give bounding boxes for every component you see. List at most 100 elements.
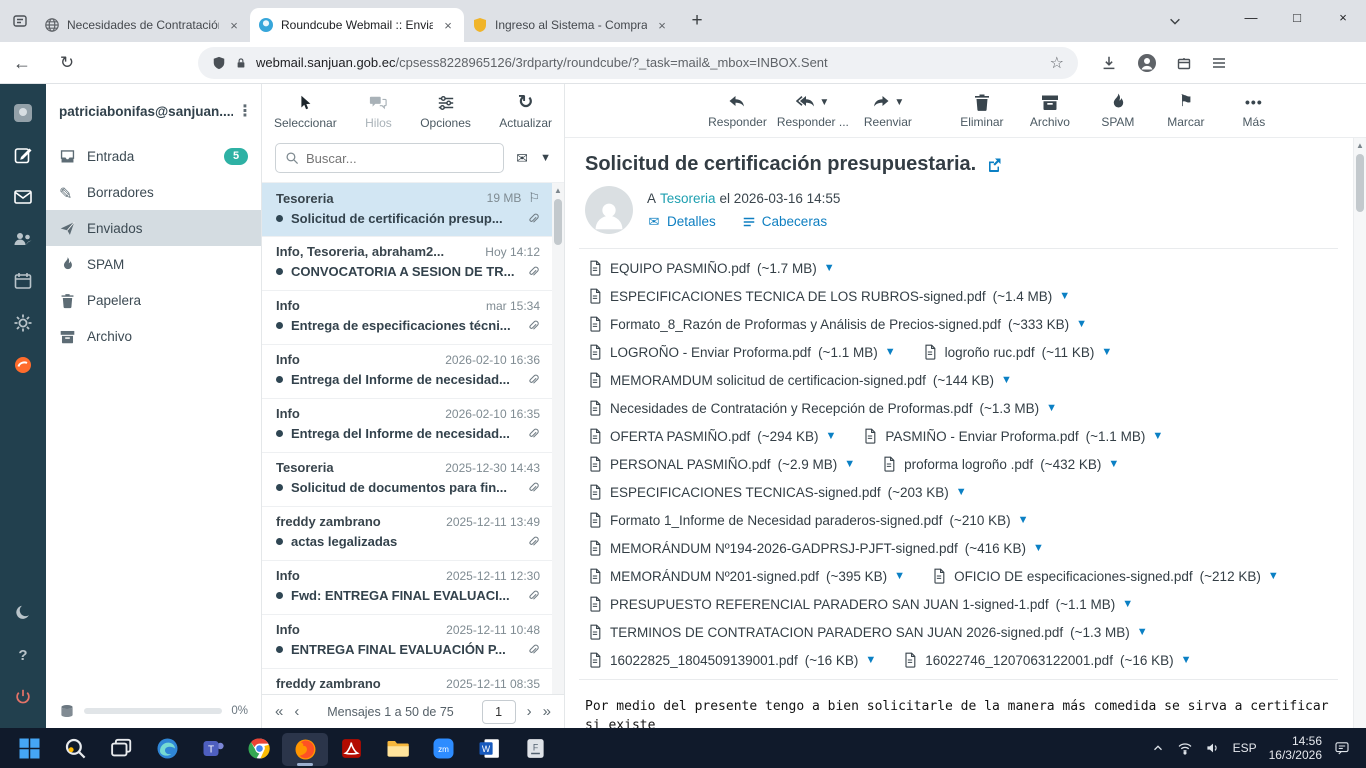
message-tool-flag[interactable]: ⚑Marcar bbox=[1157, 92, 1215, 129]
attachment-menu-caret-icon[interactable]: ▼ bbox=[865, 654, 876, 666]
message-tool-reply-all[interactable]: ▼Responder ... bbox=[777, 92, 849, 129]
tab-close-icon[interactable]: × bbox=[654, 17, 670, 33]
message-list-item[interactable]: Tesoreria19 MB⚐Solicitud de certificació… bbox=[262, 183, 564, 237]
message-list-item[interactable]: freddy zambrano2025-12-11 08:35 bbox=[262, 669, 564, 694]
attachment-item[interactable]: PERSONAL PASMIÑO.pdf(~2.9 MB)▼ bbox=[587, 450, 855, 478]
first-page-icon[interactable]: « bbox=[275, 703, 283, 720]
dropdown-caret-icon[interactable]: ▼ bbox=[819, 97, 829, 108]
message-list-item[interactable]: Info2026-02-10 16:36Entrega del Informe … bbox=[262, 345, 564, 399]
rail-logo-button[interactable] bbox=[0, 92, 46, 134]
details-link[interactable]: ✉Detalles bbox=[647, 214, 716, 229]
attachment-item[interactable]: OFERTA PASMIÑO.pdf(~294 KB)▼ bbox=[587, 422, 836, 450]
message-list-item[interactable]: Info2026-02-10 16:35Entrega del Informe … bbox=[262, 399, 564, 453]
keyboard-language[interactable]: ESP bbox=[1233, 741, 1257, 755]
extension-box-icon[interactable] bbox=[1176, 55, 1192, 71]
shield-icon[interactable] bbox=[212, 56, 226, 70]
attachment-menu-caret-icon[interactable]: ▼ bbox=[885, 346, 896, 358]
browser-tab[interactable]: Necesidades de Contratación y× bbox=[36, 8, 250, 42]
browser-tab[interactable]: Ingreso al Sistema - Compras P× bbox=[464, 8, 678, 42]
taskbar-app-explorer[interactable] bbox=[374, 728, 420, 768]
attachment-menu-caret-icon[interactable]: ▼ bbox=[1268, 570, 1279, 582]
attachment-item[interactable]: MEMORAMDUM solicitud de certificacion-si… bbox=[587, 366, 1012, 394]
list-tool-opciones[interactable]: Opciones bbox=[420, 93, 471, 130]
profile-avatar-icon[interactable] bbox=[1137, 53, 1157, 73]
bookmark-star-icon[interactable]: ☆ bbox=[1050, 53, 1064, 73]
list-scrollbar-thumb[interactable] bbox=[554, 199, 562, 245]
folder-item-borradores[interactable]: ✎Borradores bbox=[46, 174, 261, 210]
view-scrollbar[interactable]: ▲ bbox=[1353, 138, 1366, 728]
attachment-menu-caret-icon[interactable]: ▼ bbox=[1046, 402, 1057, 414]
attachment-item[interactable]: MEMORÁNDUM Nº201-signed.pdf(~395 KB)▼ bbox=[587, 562, 905, 590]
attachment-menu-caret-icon[interactable]: ▼ bbox=[1059, 290, 1070, 302]
taskbar-clock[interactable]: 14:56 16/3/2026 bbox=[1269, 734, 1322, 762]
window-minimize-button[interactable]: — bbox=[1228, 0, 1274, 34]
attachment-menu-caret-icon[interactable]: ▼ bbox=[1122, 598, 1133, 610]
rail-help-button[interactable]: ? bbox=[0, 634, 46, 676]
attachment-item[interactable]: Formato 1_Informe de Necesidad paraderos… bbox=[587, 506, 1029, 534]
view-scroll-up-icon[interactable]: ▲ bbox=[1356, 141, 1364, 150]
attachment-menu-caret-icon[interactable]: ▼ bbox=[956, 486, 967, 498]
message-list-item[interactable]: Infomar 15:34Entrega de especificaciones… bbox=[262, 291, 564, 345]
taskbar-app-teams[interactable]: T bbox=[190, 728, 236, 768]
open-in-new-window-icon[interactable] bbox=[986, 157, 1002, 173]
message-tool-flame[interactable]: SPAM bbox=[1089, 92, 1147, 129]
folder-item-enviados[interactable]: Enviados bbox=[46, 210, 261, 246]
attachment-item[interactable]: TERMINOS DE CONTRATACION PARADERO SAN JU… bbox=[587, 618, 1148, 646]
message-list-item[interactable]: Info2025-12-11 10:48ENTREGA FINAL EVALUA… bbox=[262, 615, 564, 669]
message-tool-dots[interactable]: •••Más bbox=[1225, 92, 1283, 129]
attachment-menu-caret-icon[interactable]: ▼ bbox=[1108, 458, 1119, 470]
prev-page-icon[interactable]: ‹ bbox=[294, 703, 299, 720]
attachment-item[interactable]: OFICIO DE especificaciones-signed.pdf(~2… bbox=[931, 562, 1279, 590]
taskbar-app-start[interactable] bbox=[6, 728, 52, 768]
attachment-menu-caret-icon[interactable]: ▼ bbox=[825, 430, 836, 442]
rail-mail-button[interactable] bbox=[0, 176, 46, 218]
attachment-item[interactable]: 16022825_1804509139001.pdf(~16 KB)▼ bbox=[587, 646, 876, 674]
attachment-item[interactable]: 16022746_1207063122001.pdf(~16 KB)▼ bbox=[902, 646, 1191, 674]
taskbar-app-search[interactable] bbox=[52, 728, 98, 768]
folder-item-archivo[interactable]: Archivo bbox=[46, 318, 261, 354]
taskbar-app-files[interactable]: F bbox=[512, 728, 558, 768]
back-icon[interactable]: ← bbox=[12, 53, 32, 73]
message-tool-reply[interactable]: Responder bbox=[708, 92, 767, 129]
tab-close-icon[interactable]: × bbox=[226, 17, 242, 33]
lock-icon[interactable] bbox=[235, 57, 247, 69]
rail-cpanel-button[interactable] bbox=[0, 344, 46, 386]
rail-moon-button[interactable] bbox=[0, 592, 46, 634]
window-maximize-button[interactable]: □ bbox=[1274, 0, 1320, 34]
message-tool-archive[interactable]: Archivo bbox=[1021, 92, 1079, 129]
taskbar-app-zoom[interactable]: zm bbox=[420, 728, 466, 768]
headers-link[interactable]: Cabeceras bbox=[742, 214, 827, 229]
refresh-icon[interactable]: ↻ bbox=[58, 54, 76, 72]
attachment-menu-caret-icon[interactable]: ▼ bbox=[1033, 542, 1044, 554]
attachment-menu-caret-icon[interactable]: ▼ bbox=[1076, 318, 1087, 330]
folder-item-papelera[interactable]: Papelera bbox=[46, 282, 261, 318]
view-scrollbar-thumb[interactable] bbox=[1356, 154, 1364, 212]
taskbar-app-taskview[interactable] bbox=[98, 728, 144, 768]
attachment-menu-caret-icon[interactable]: ▼ bbox=[1101, 346, 1112, 358]
attachment-item[interactable]: PASMIÑO - Enviar Proforma.pdf(~1.1 MB)▼ bbox=[862, 422, 1163, 450]
folder-item-spam[interactable]: SPAM bbox=[46, 246, 261, 282]
dropdown-caret-icon[interactable]: ▼ bbox=[894, 97, 904, 108]
attachment-menu-caret-icon[interactable]: ▼ bbox=[1181, 654, 1192, 666]
taskbar-app-firefox[interactable] bbox=[282, 733, 328, 766]
address-bar[interactable]: webmail.sanjuan.gob.ec/cpsess8228965126/… bbox=[198, 47, 1078, 79]
attachment-item[interactable]: LOGROÑO - Enviar Proforma.pdf(~1.1 MB)▼ bbox=[587, 338, 896, 366]
next-page-icon[interactable]: › bbox=[527, 703, 532, 720]
rail-power-button[interactable] bbox=[0, 676, 46, 718]
tab-search-icon[interactable] bbox=[12, 13, 28, 29]
list-tool-actualizar[interactable]: ↻Actualizar bbox=[499, 93, 552, 130]
new-tab-button[interactable]: + bbox=[682, 7, 712, 35]
attachment-item[interactable]: Necesidades de Contratación y Recepción … bbox=[587, 394, 1057, 422]
taskbar-app-word[interactable]: W bbox=[466, 728, 512, 768]
taskbar-app-acrobat[interactable] bbox=[328, 728, 374, 768]
browser-tab[interactable]: Roundcube Webmail :: Enviados× bbox=[250, 8, 464, 42]
window-close-button[interactable]: × bbox=[1320, 0, 1366, 34]
search-box[interactable] bbox=[275, 143, 504, 173]
attachment-item[interactable]: ESPECIFICACIONES TECNICA DE LOS RUBROS-s… bbox=[587, 282, 1070, 310]
attachment-menu-caret-icon[interactable]: ▼ bbox=[1001, 374, 1012, 386]
rail-contacts-button[interactable] bbox=[0, 218, 46, 260]
tab-list-chevron-icon[interactable] bbox=[1168, 14, 1182, 28]
notifications-icon[interactable] bbox=[1334, 740, 1350, 756]
list-scrollbar[interactable]: ▲ bbox=[552, 183, 564, 694]
menu-hamburger-icon[interactable] bbox=[1211, 55, 1227, 71]
